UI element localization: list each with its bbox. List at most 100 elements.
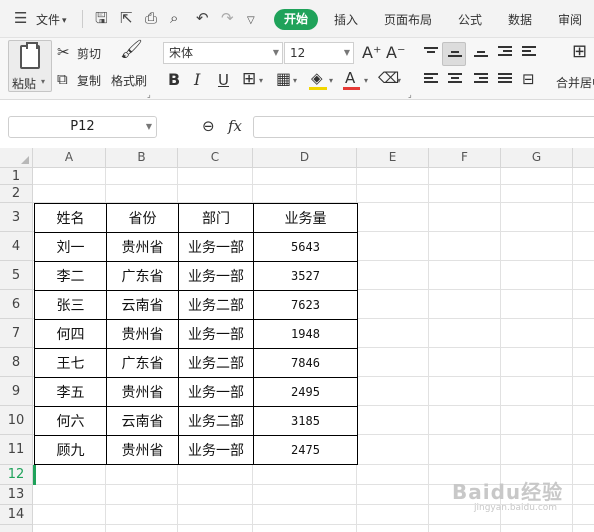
font-color-icon[interactable]: A (345, 70, 355, 86)
row-header-14[interactable]: 14 (0, 505, 33, 525)
cell-province[interactable]: 贵州省 (106, 319, 179, 349)
tab-data[interactable]: 数据 (508, 11, 532, 28)
merge-center-button[interactable]: 合并居中 (556, 74, 594, 91)
row-header-1[interactable]: 1 (0, 168, 33, 185)
align-top-icon[interactable] (424, 47, 438, 55)
cell-department[interactable]: 业务二部 (178, 348, 254, 378)
align-bottom-icon[interactable] (474, 51, 488, 59)
cell-volume[interactable]: 7623 (253, 290, 358, 320)
copy-button[interactable]: 复制 (77, 72, 101, 89)
scissors-icon[interactable]: ✂ (57, 44, 70, 60)
indent-increase-icon[interactable] (522, 46, 536, 58)
cell-name[interactable]: 何六 (34, 406, 107, 436)
row-header-2[interactable]: 2 (0, 185, 33, 203)
cell-department[interactable]: 业务二部 (178, 406, 254, 436)
row-header-6[interactable]: 6 (0, 290, 33, 319)
col-header-b[interactable]: B (106, 148, 178, 168)
cell-volume[interactable]: 2495 (253, 377, 358, 407)
paste-button[interactable]: 粘贴 ▾ (8, 40, 52, 92)
row-header-4[interactable]: 4 (0, 232, 33, 261)
align-center-icon[interactable] (448, 73, 462, 85)
cell-name[interactable]: 王七 (34, 348, 107, 378)
merge-cells-icon[interactable]: ⊞ (572, 43, 587, 61)
tab-formulas[interactable]: 公式 (458, 11, 482, 28)
header-cell-volume[interactable]: 业务量 (253, 203, 358, 233)
col-header-a[interactable]: A (33, 148, 106, 168)
cell-department[interactable]: 业务二部 (178, 290, 254, 320)
chevron-down-icon[interactable]: ▾ (364, 76, 368, 85)
row-header-9[interactable]: 9 (0, 377, 33, 406)
cut-button[interactable]: 剪切 (77, 45, 101, 62)
distribute-icon[interactable]: ⊟ (522, 71, 535, 87)
cell-province[interactable]: 贵州省 (106, 232, 179, 262)
export-icon[interactable]: ⇱ (120, 10, 133, 26)
cell-province[interactable]: 贵州省 (106, 435, 179, 465)
align-left-icon[interactable] (424, 73, 438, 85)
cell-volume[interactable]: 5643 (253, 232, 358, 262)
chevron-down-icon[interactable]: ▾ (329, 76, 333, 85)
cell-department[interactable]: 业务一部 (178, 261, 254, 291)
zoom-icon[interactable]: ⊖ (202, 118, 215, 134)
header-cell-name[interactable]: 姓名 (34, 203, 107, 233)
col-header-h[interactable] (573, 148, 594, 168)
col-header-e[interactable]: E (357, 148, 429, 168)
cell-volume[interactable]: 7846 (253, 348, 358, 378)
col-header-f[interactable]: F (429, 148, 501, 168)
col-header-g[interactable]: G (501, 148, 573, 168)
cell-province[interactable]: 云南省 (106, 406, 179, 436)
hamburger-icon[interactable]: ☰ (14, 10, 27, 26)
align-right-icon[interactable] (474, 73, 488, 85)
font-size-select[interactable]: 12 ▼ (284, 42, 354, 64)
undo-icon[interactable]: ↶ (196, 10, 209, 26)
cell-province[interactable]: 云南省 (106, 290, 179, 320)
save-icon[interactable]: 🖫 (95, 10, 108, 26)
format-painter-button[interactable]: 格式刷 (111, 72, 147, 89)
name-box[interactable]: P12 ▼ (8, 116, 157, 138)
cell-volume[interactable]: 3527 (253, 261, 358, 291)
chevron-down-icon[interactable]: ▾ (397, 76, 401, 85)
row-header-13[interactable]: 13 (0, 485, 33, 505)
file-menu[interactable]: 文件 (36, 11, 60, 28)
cell-name[interactable]: 李二 (34, 261, 107, 291)
col-header-d[interactable]: D (253, 148, 357, 168)
cell-department[interactable]: 业务一部 (178, 232, 254, 262)
cell-name[interactable]: 张三 (34, 290, 107, 320)
fx-icon[interactable]: fx (228, 118, 242, 134)
underline-icon[interactable]: U (218, 72, 229, 88)
borders-icon[interactable]: ⊞ (242, 71, 256, 88)
increase-font-icon[interactable]: A⁺ (362, 45, 381, 61)
header-cell-department[interactable]: 部门 (178, 203, 254, 233)
cell-volume[interactable]: 2475 (253, 435, 358, 465)
row-header-15[interactable] (0, 525, 33, 532)
row-header-11[interactable]: 11 (0, 435, 33, 465)
row-header-5[interactable]: 5 (0, 261, 33, 290)
row-header-10[interactable]: 10 (0, 406, 33, 435)
select-all-corner[interactable] (0, 148, 33, 168)
cell-province[interactable]: 贵州省 (106, 377, 179, 407)
cell-name[interactable]: 李五 (34, 377, 107, 407)
tab-review[interactable]: 审阅 (558, 11, 582, 28)
font-name-select[interactable]: 宋体 ▼ (163, 42, 283, 64)
header-cell-province[interactable]: 省份 (106, 203, 179, 233)
italic-icon[interactable]: I (194, 72, 200, 88)
chevron-down-icon[interactable]: ▾ (41, 77, 45, 86)
tab-insert[interactable]: 插入 (334, 11, 358, 28)
format-painter-icon[interactable]: 🖌 (120, 41, 143, 59)
chevron-down-icon[interactable]: ▾ (259, 76, 263, 85)
cell-name[interactable]: 何四 (34, 319, 107, 349)
formula-input[interactable] (253, 116, 594, 138)
row-header-8[interactable]: 8 (0, 348, 33, 377)
redo-icon[interactable]: ↷ (221, 10, 234, 26)
print-preview-icon[interactable]: ⌕ (170, 10, 178, 26)
row-header-12[interactable]: 12 (0, 465, 33, 485)
justify-icon[interactable] (498, 73, 512, 85)
cell-style-icon[interactable]: ▦ (276, 71, 291, 87)
row-header-3[interactable]: 3 (0, 203, 33, 232)
tab-home[interactable]: 开始 (274, 9, 318, 30)
launcher-icon[interactable]: ⌟ (408, 90, 412, 99)
cell-volume[interactable]: 3185 (253, 406, 358, 436)
align-middle-button[interactable] (442, 42, 466, 66)
cell-volume[interactable]: 1948 (253, 319, 358, 349)
copy-icon[interactable]: ⧉ (57, 71, 68, 87)
indent-decrease-icon[interactable] (498, 46, 512, 58)
